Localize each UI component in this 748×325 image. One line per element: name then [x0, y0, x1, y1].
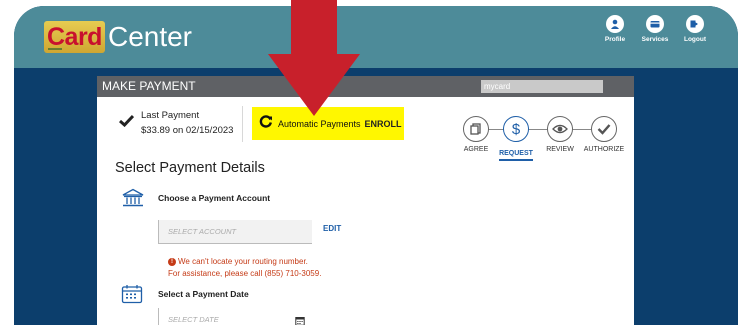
nav-profile-label: Profile: [604, 36, 626, 43]
nav-profile[interactable]: Profile: [600, 15, 630, 43]
step-authorize-label: AUTHORIZE: [583, 146, 625, 153]
step-review[interactable]: REVIEW: [536, 116, 584, 153]
services-icon: [646, 15, 664, 33]
make-payment-panel: MAKE PAYMENT mycard Last Payment $33.89 …: [97, 76, 634, 325]
account-chip[interactable]: mycard: [481, 80, 603, 93]
step-review-label: REVIEW: [546, 146, 574, 153]
logout-icon: [686, 15, 704, 33]
step-request-label: REQUEST: [499, 150, 533, 161]
payment-account-heading: Choose a Payment Account: [158, 193, 271, 203]
profile-icon: [606, 15, 624, 33]
alert-icon: !: [168, 257, 176, 266]
step-request[interactable]: $ REQUEST: [492, 116, 540, 161]
date-picker-icon[interactable]: [295, 313, 305, 325]
panel-header: MAKE PAYMENT mycard: [97, 76, 634, 97]
checkmark-icon: [119, 114, 135, 132]
logo-card-text: Card: [44, 21, 105, 53]
eye-icon: [547, 116, 573, 142]
select-account-dropdown[interactable]: SELECT ACCOUNT: [158, 220, 312, 244]
app-frame: Card Center Profile Services Logout MAKE…: [14, 6, 738, 325]
nav-services[interactable]: Services: [640, 15, 670, 43]
nav-logout-label: Logout: [683, 36, 707, 43]
enroll-link[interactable]: ENROLL: [365, 119, 402, 129]
calendar-icon: [121, 284, 143, 309]
check-icon: [591, 116, 617, 142]
step-authorize[interactable]: AUTHORIZE: [580, 116, 628, 153]
panel-title: MAKE PAYMENT: [102, 79, 196, 93]
payment-date-heading: Select a Payment Date: [158, 289, 249, 299]
automatic-payments-label: Automatic Payments: [278, 118, 361, 129]
nav-logout[interactable]: Logout: [680, 15, 710, 43]
nav-services-label: Services: [641, 36, 669, 43]
page-title: Select Payment Details: [115, 160, 265, 176]
edit-account-link[interactable]: EDIT: [323, 224, 341, 233]
select-date-input[interactable]: SELECT DATE: [158, 308, 312, 325]
dollar-icon: $: [503, 116, 529, 142]
routing-error-message: ! We can't locate your routing number. Fo…: [168, 256, 321, 280]
bank-icon: [121, 188, 145, 213]
error-line-2: For assistance, please call (855) 710-30…: [168, 269, 322, 278]
payment-steps: AGREE $ REQUEST REVIEW AUTHORIZE: [463, 116, 634, 166]
last-payment: Last Payment $33.89 on 02/15/2023: [119, 108, 233, 138]
last-payment-value: $33.89 on 02/15/2023: [141, 125, 234, 136]
document-icon: [463, 116, 489, 142]
red-down-arrow-icon: [268, 0, 360, 116]
error-line-1: We can't locate your routing number.: [178, 257, 308, 266]
header-nav: Profile Services Logout: [600, 15, 710, 43]
divider: [242, 106, 243, 142]
last-payment-label: Last Payment: [141, 110, 200, 121]
card-center-logo[interactable]: Card Center: [44, 21, 192, 53]
top-header: Card Center Profile Services Logout: [14, 6, 738, 68]
svg-text:$: $: [512, 121, 521, 137]
logo-center-text: Center: [107, 21, 193, 52]
